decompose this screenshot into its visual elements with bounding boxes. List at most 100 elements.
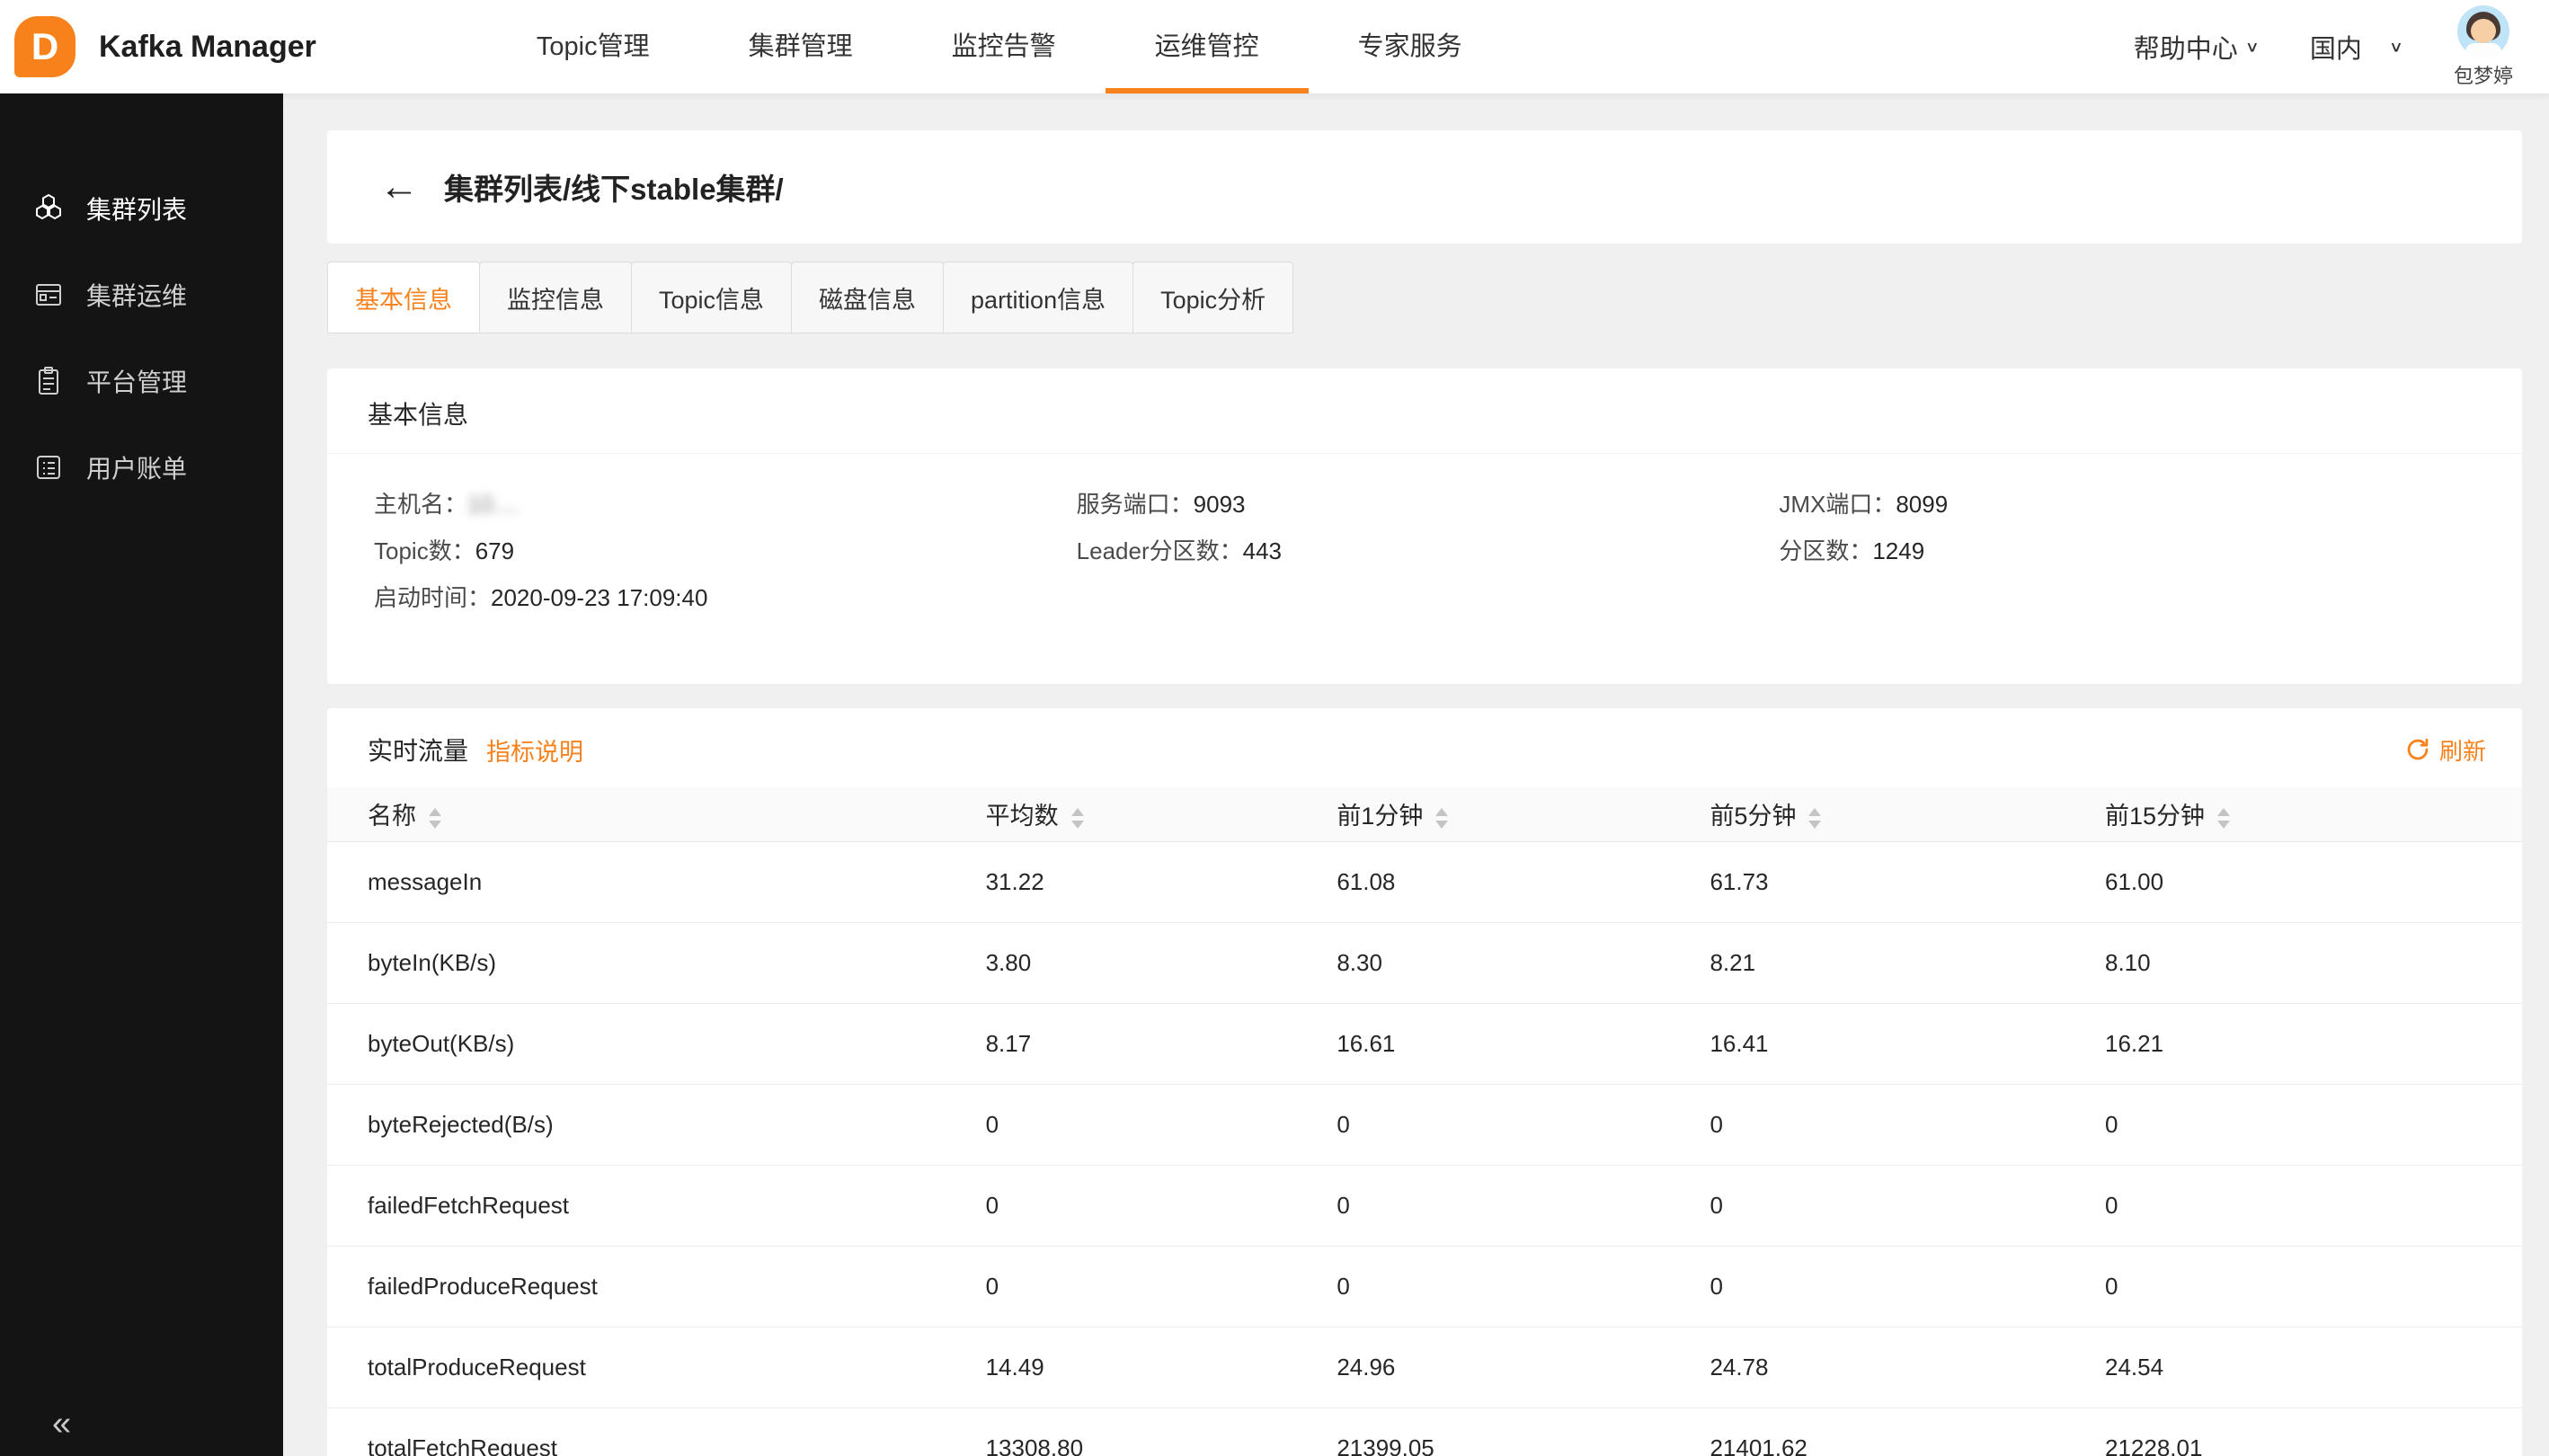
sidebar-item-label: 集群列表	[86, 191, 187, 226]
info-field-value: 10....	[467, 491, 520, 518]
sort-caret-icon[interactable]	[1808, 808, 1821, 829]
table-row: byteOut(KB/s)8.1716.6116.4116.21	[327, 1003, 2522, 1084]
info-field-label: 分区数：	[1779, 537, 1872, 564]
column-header-0[interactable]: 名称	[327, 787, 986, 841]
metric-value-cell: 24.54	[2105, 1327, 2522, 1407]
avatar-shirt	[2465, 43, 2501, 58]
column-header-label: 前15分钟	[2105, 803, 2205, 830]
column-header-label: 名称	[368, 803, 416, 830]
sidebar-items: 集群列表集群运维平台管理用户账单	[0, 165, 283, 510]
region-label: 国内	[2310, 28, 2362, 66]
info-field-value: 2020-09-23 17:09:40	[491, 584, 707, 611]
app-logo-icon: D	[14, 16, 75, 77]
metric-value-cell: 0	[986, 1165, 1337, 1246]
sort-caret-icon[interactable]	[429, 808, 441, 829]
billing-list-icon	[32, 451, 65, 484]
table-row: byteRejected(B/s)0000	[327, 1084, 2522, 1165]
basic-info-grid: 主机名：10....服务端口：9093JMX端口：8099Topic数：679L…	[327, 454, 2522, 684]
metric-value-cell: 0	[986, 1246, 1337, 1327]
refresh-button[interactable]: 刷新	[2405, 733, 2486, 767]
help-center-menu[interactable]: 帮助中心 ∨	[2134, 28, 2260, 66]
metric-value-cell: 24.96	[1337, 1327, 1710, 1407]
nav-item-1[interactable]: 集群管理	[699, 0, 902, 93]
metric-value-cell: 0	[2105, 1165, 2522, 1246]
metric-value-cell: 0	[1337, 1084, 1710, 1165]
user-name: 包梦婷	[2454, 60, 2513, 89]
sort-caret-icon[interactable]	[1071, 808, 1084, 829]
info-field-2: JMX端口：8099	[1779, 481, 2482, 528]
help-center-label: 帮助中心	[2134, 28, 2238, 66]
user-menu[interactable]: 包梦婷	[2454, 5, 2513, 89]
nav-item-0[interactable]: Topic管理	[487, 0, 699, 93]
nav-item-2[interactable]: 监控告警	[902, 0, 1106, 93]
info-field-3: Topic数：679	[374, 528, 1077, 574]
column-header-4[interactable]: 前15分钟	[2105, 787, 2522, 841]
metric-value-cell: 21228.01	[2105, 1407, 2522, 1456]
tab-4[interactable]: partition信息	[943, 262, 1133, 333]
info-field-value: 8099	[1896, 491, 1948, 518]
nav-item-3[interactable]: 运维管控	[1106, 0, 1309, 93]
region-menu[interactable]: 国内 ∨	[2310, 28, 2403, 66]
info-field-0: 主机名：10....	[374, 481, 1077, 528]
nav-item-4[interactable]: 专家服务	[1309, 0, 1512, 93]
metric-value-cell: 0	[1710, 1165, 2105, 1246]
metric-name-cell: totalFetchRequest	[327, 1407, 986, 1456]
body-row: 集群列表集群运维平台管理用户账单 « ← 集群列表/线下stable集群/ 基本…	[0, 93, 2549, 1456]
avatar-face	[2471, 19, 2496, 43]
metric-value-cell: 0	[1337, 1165, 1710, 1246]
metric-value-cell: 31.22	[986, 841, 1337, 922]
metric-value-cell: 61.73	[1710, 841, 2105, 922]
metric-help-link[interactable]: 指标说明	[486, 732, 583, 768]
sidebar-item-0[interactable]: 集群列表	[0, 165, 283, 252]
back-arrow-icon[interactable]: ←	[379, 167, 419, 207]
column-header-3[interactable]: 前5分钟	[1710, 787, 2105, 841]
collapse-icon: «	[52, 1405, 71, 1443]
tab-0[interactable]: 基本信息	[327, 262, 480, 333]
metric-value-cell: 3.80	[986, 922, 1337, 1003]
info-field-label: 服务端口：	[1077, 491, 1194, 518]
metric-value-cell: 21401.62	[1710, 1407, 2105, 1456]
column-header-label: 平均数	[986, 803, 1059, 830]
column-header-label: 前5分钟	[1710, 803, 1796, 830]
table-row: failedProduceRequest0000	[327, 1246, 2522, 1327]
column-header-1[interactable]: 平均数	[986, 787, 1337, 841]
info-field-label: 主机名：	[374, 491, 467, 518]
metric-name-cell: messageIn	[327, 841, 986, 922]
sidebar-item-2[interactable]: 平台管理	[0, 338, 283, 424]
info-field-value: 9093	[1194, 491, 1246, 518]
sort-caret-icon[interactable]	[1435, 808, 1448, 829]
info-field-label: JMX端口：	[1779, 491, 1896, 518]
metric-name-cell: byteRejected(B/s)	[327, 1084, 986, 1165]
tab-2[interactable]: Topic信息	[631, 262, 792, 333]
table-row: messageIn31.2261.0861.7361.00	[327, 841, 2522, 922]
avatar[interactable]	[2457, 5, 2509, 58]
sidebar-item-label: 用户账单	[86, 449, 187, 485]
metric-value-cell: 8.17	[986, 1003, 1337, 1084]
basic-info-title: 基本信息	[327, 368, 2522, 454]
metric-name-cell: failedProduceRequest	[327, 1246, 986, 1327]
refresh-label: 刷新	[2439, 733, 2486, 767]
breadcrumb: 集群列表/线下stable集群/	[444, 165, 784, 209]
metric-value-cell: 61.00	[2105, 841, 2522, 922]
metric-value-cell: 0	[2105, 1084, 2522, 1165]
metric-name-cell: byteOut(KB/s)	[327, 1003, 986, 1084]
tab-3[interactable]: 磁盘信息	[791, 262, 944, 333]
tab-5[interactable]: Topic分析	[1132, 262, 1293, 333]
metric-value-cell: 0	[2105, 1246, 2522, 1327]
metric-value-cell: 16.41	[1710, 1003, 2105, 1084]
metric-value-cell: 13308.80	[986, 1407, 1337, 1456]
topbar: D Kafka Manager Topic管理集群管理监控告警运维管控专家服务 …	[0, 0, 2549, 93]
metric-value-cell: 14.49	[986, 1327, 1337, 1407]
refresh-icon	[2405, 737, 2430, 762]
topbar-right: 帮助中心 ∨ 国内 ∨ 包梦婷	[2134, 5, 2549, 89]
metric-value-cell: 0	[1710, 1084, 2105, 1165]
column-header-2[interactable]: 前1分钟	[1337, 787, 1710, 841]
sort-caret-icon[interactable]	[2217, 808, 2230, 829]
sidebar-collapse-button[interactable]: «	[0, 1391, 283, 1456]
tab-1[interactable]: 监控信息	[479, 262, 632, 333]
app-root: D Kafka Manager Topic管理集群管理监控告警运维管控专家服务 …	[0, 0, 2549, 1456]
metric-value-cell: 0	[1710, 1246, 2105, 1327]
sidebar-item-3[interactable]: 用户账单	[0, 424, 283, 510]
sidebar-item-1[interactable]: 集群运维	[0, 252, 283, 338]
platform-clipboard-icon	[32, 365, 65, 397]
